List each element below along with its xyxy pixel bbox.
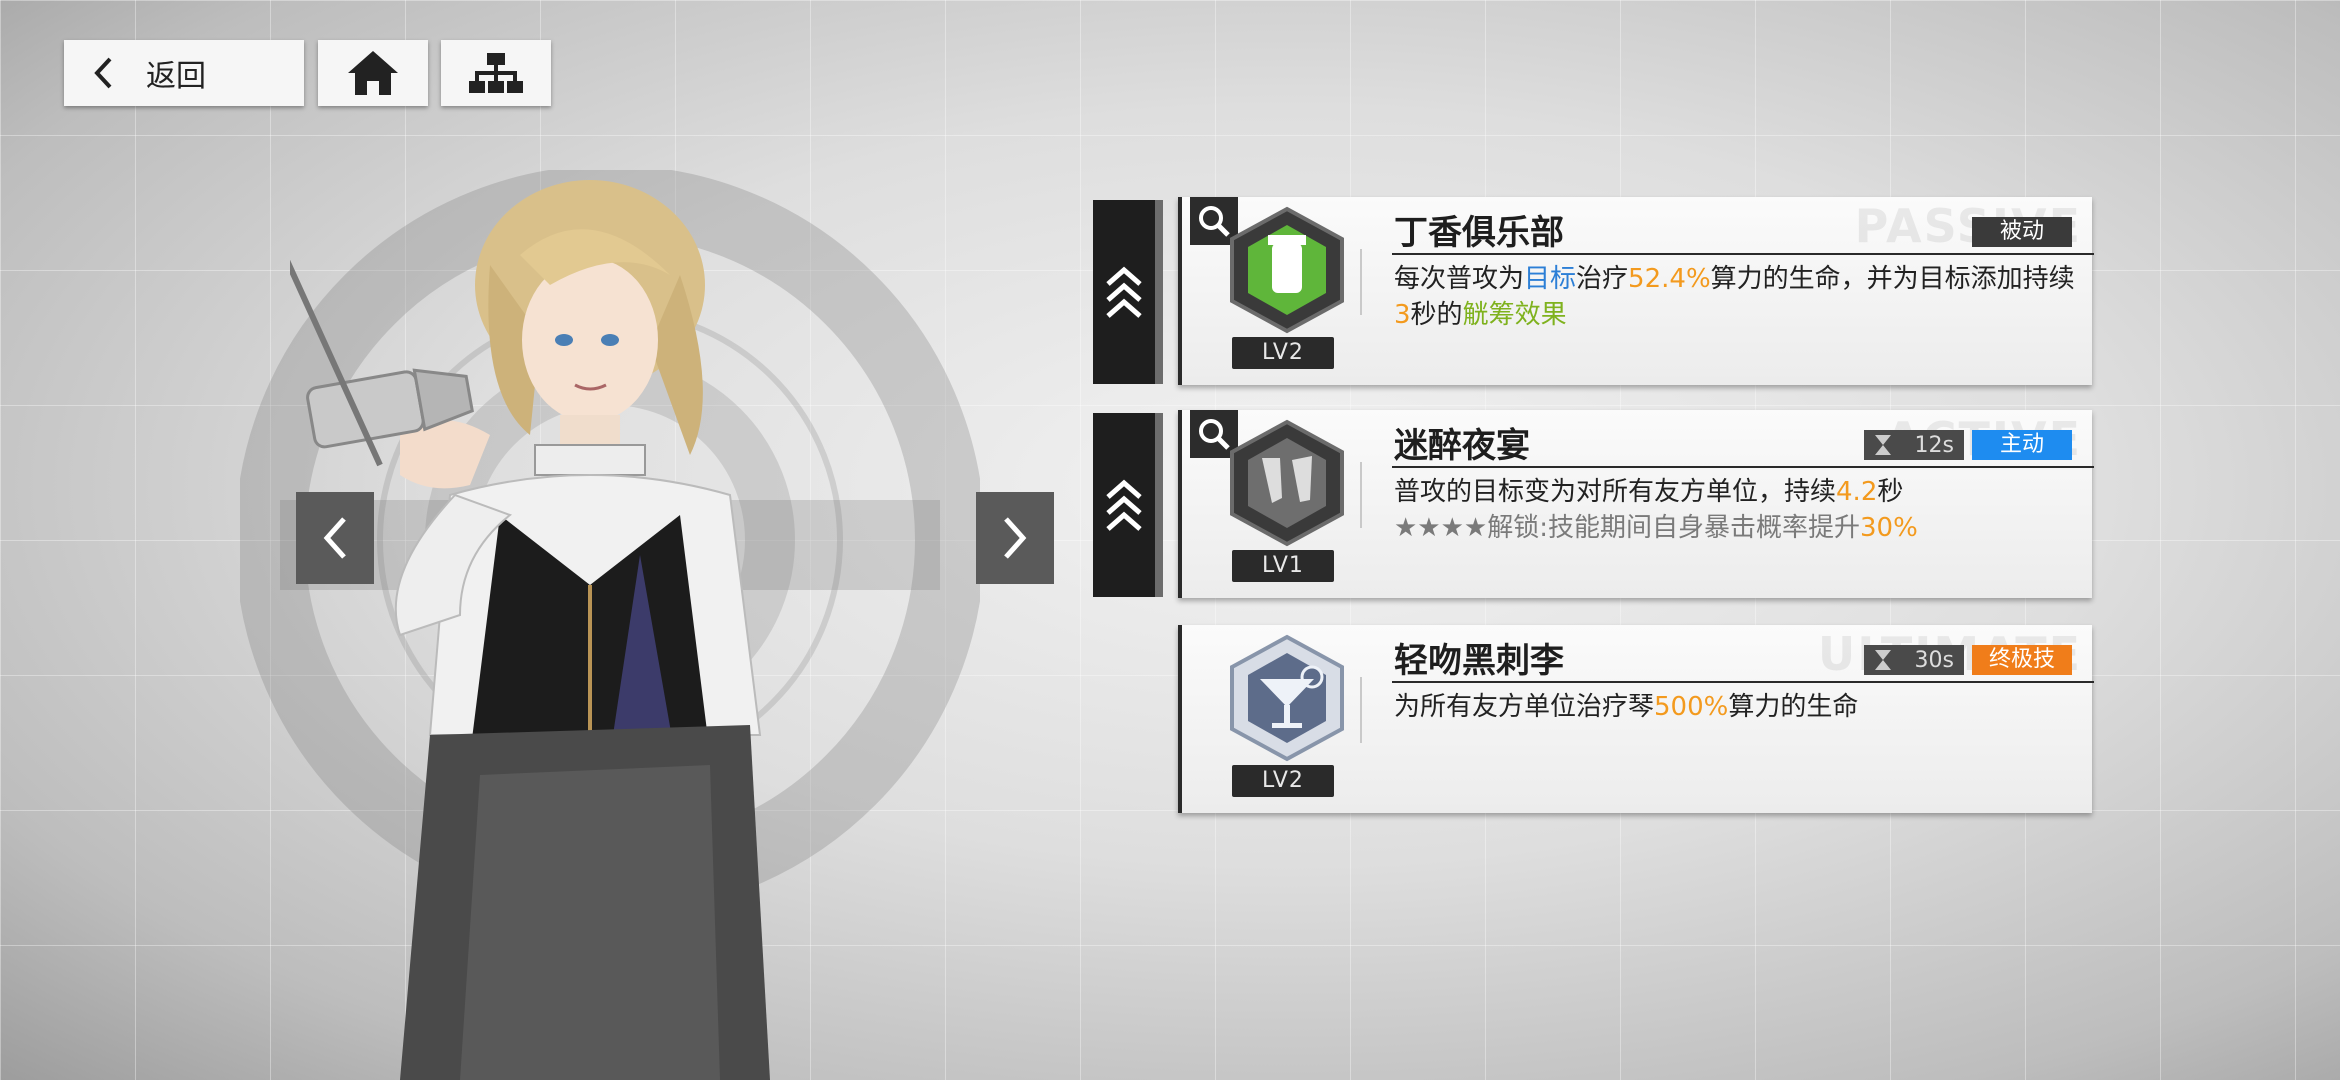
skill-card-body: ULTIMATE LV2 轻吻黑刺李 30s 终极技 为所有友方单位治疗琴500… bbox=[1178, 625, 2094, 813]
skill-name: 丁香俱乐部 bbox=[1394, 213, 1564, 253]
cocktail-skill-icon bbox=[1230, 634, 1344, 762]
divider bbox=[1360, 249, 1362, 315]
shaker-skill-icon bbox=[1230, 206, 1344, 334]
description-segment: 500% bbox=[1654, 692, 1729, 722]
hourglass-icon bbox=[1875, 435, 1891, 455]
skill-type-badge: 主动 bbox=[1972, 430, 2072, 460]
divider bbox=[1360, 677, 1362, 743]
description-segment: 目标 bbox=[1524, 264, 1577, 294]
cooldown-value: 12s bbox=[1914, 432, 1954, 458]
skill-description: 普攻的目标变为对所有友方单位，持续4.2秒 ★★★★解锁:技能期间自身暴击概率提… bbox=[1394, 474, 2084, 546]
skill-type-badge: 终极技 bbox=[1972, 645, 2072, 675]
skill-description-line: 普攻的目标变为对所有友方单位，持续4.2秒 bbox=[1394, 474, 2084, 510]
name-underline bbox=[1392, 253, 2094, 255]
description-segment: 普攻的目标变为对所有友方单位，持续 bbox=[1394, 477, 1837, 507]
description-segment: 4.2 bbox=[1836, 477, 1878, 507]
back-label: 返回 bbox=[146, 59, 206, 94]
previous-character-button[interactable] bbox=[296, 492, 374, 584]
skill-card-body: ACTIVE LV1 迷醉夜宴 12s 主动 普攻的目标变为对所有友方单位，持续… bbox=[1178, 410, 2094, 598]
description-segment: 秒 bbox=[1877, 477, 1904, 507]
chevron-right-icon bbox=[1004, 517, 1027, 559]
skill-card-3[interactable]: ULTIMATE LV2 轻吻黑刺李 30s 终极技 为所有友方单位治疗琴500… bbox=[1170, 625, 2094, 813]
description-segment: ★★★★解锁:技能期间自身暴击概率提升 bbox=[1394, 513, 1860, 543]
hierarchy-button[interactable] bbox=[441, 40, 551, 106]
triple-chevron-up-icon bbox=[1106, 479, 1142, 531]
skill-card-2[interactable]: ACTIVE LV1 迷醉夜宴 12s 主动 普攻的目标变为对所有友方单位，持续… bbox=[1170, 410, 2094, 598]
glasses-skill-icon bbox=[1230, 419, 1344, 547]
description-segment: 治疗 bbox=[1576, 264, 1629, 294]
skill-description: 为所有友方单位治疗琴500%算力的生命 bbox=[1394, 689, 2084, 725]
description-segment: 觥筹效果 bbox=[1462, 300, 1567, 330]
description-segment: 秒的 bbox=[1410, 300, 1463, 330]
hierarchy-icon bbox=[469, 53, 523, 93]
hourglass-icon bbox=[1875, 650, 1891, 670]
description-segment: 算力的生命，并为目标添加持续 bbox=[1710, 264, 2075, 294]
skill-card-1[interactable]: PASSIVE LV2 丁香俱乐部 被动 每次普攻为目标治疗52.4%算力的生命… bbox=[1170, 197, 2094, 385]
home-button[interactable] bbox=[318, 40, 428, 106]
skill-unlock-line: ★★★★解锁:技能期间自身暴击概率提升30% bbox=[1394, 510, 2084, 546]
skill-description: 每次普攻为目标治疗52.4%算力的生命，并为目标添加持续 3秒的觥筹效果 bbox=[1394, 261, 2084, 333]
divider bbox=[1360, 462, 1362, 528]
cooldown-badge: 30s bbox=[1864, 645, 1964, 675]
skill-upgrade-button-2[interactable] bbox=[1093, 413, 1163, 597]
next-character-button[interactable] bbox=[976, 492, 1054, 584]
cooldown-badge: 12s bbox=[1864, 430, 1964, 460]
cooldown-value: 30s bbox=[1914, 647, 1954, 673]
skill-name: 迷醉夜宴 bbox=[1394, 426, 1530, 466]
home-icon bbox=[348, 51, 398, 95]
skill-type-badge: 被动 bbox=[1972, 217, 2072, 247]
skill-upgrade-button-1[interactable] bbox=[1093, 200, 1163, 384]
description-segment: 3 bbox=[1394, 300, 1411, 330]
skill-card-body: PASSIVE LV2 丁香俱乐部 被动 每次普攻为目标治疗52.4%算力的生命… bbox=[1178, 197, 2094, 385]
name-underline bbox=[1392, 466, 2094, 468]
description-segment: 算力的生命 bbox=[1728, 692, 1859, 722]
chevron-left-icon bbox=[323, 517, 346, 559]
description-segment: 为所有友方单位治疗琴 bbox=[1394, 692, 1655, 722]
description-segment: 30% bbox=[1860, 513, 1918, 543]
character-portrait bbox=[290, 180, 770, 1080]
name-underline bbox=[1392, 681, 2094, 683]
skill-level: LV2 bbox=[1232, 765, 1334, 797]
triple-chevron-up-icon bbox=[1106, 266, 1142, 318]
chevron-left-icon bbox=[94, 57, 112, 89]
description-segment: 每次普攻为 bbox=[1394, 264, 1525, 294]
skill-level: LV2 bbox=[1232, 337, 1334, 369]
skill-level: LV1 bbox=[1232, 550, 1334, 582]
skill-name: 轻吻黑刺李 bbox=[1394, 641, 1564, 681]
description-segment: 52.4% bbox=[1628, 264, 1711, 294]
back-button[interactable]: 返回 bbox=[64, 40, 304, 106]
